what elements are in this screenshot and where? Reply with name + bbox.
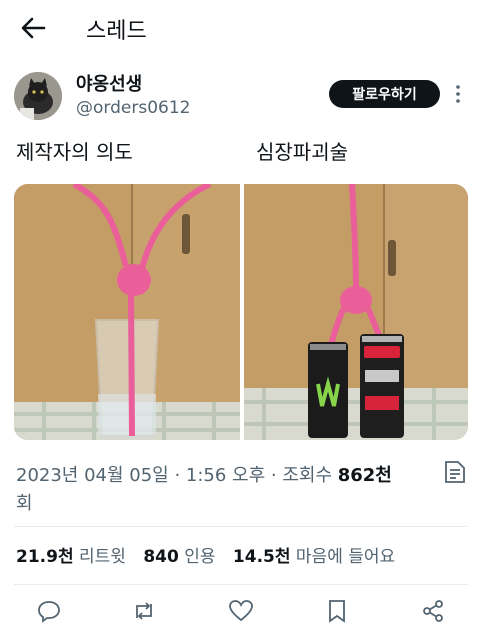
retweets-stat[interactable]: 21.9천 리트윗 (16, 547, 126, 567)
engagement-stats: 21.9천 리트윗 840 인용 14.5천 마음에 들어요 (16, 542, 407, 567)
views-count: 862천 (337, 465, 392, 486)
page-title: 스레드 (86, 19, 147, 44)
retweet-icon[interactable] (131, 598, 157, 624)
divider (14, 526, 468, 527)
likes-label: 마음에 들어요 (295, 547, 396, 567)
cat-avatar-icon (14, 72, 62, 120)
timestamp[interactable]: 2023년 04월 05일 · 1:56 오후 · 조회수 (16, 465, 338, 486)
share-icon[interactable] (420, 598, 446, 624)
quotes-stat[interactable]: 840 인용 (143, 547, 215, 567)
arrow-left-icon[interactable] (18, 14, 48, 42)
tweet-text-right: 심장파괴술 (256, 140, 348, 164)
follow-button[interactable]: 팔로우하기 (329, 80, 440, 108)
avatar[interactable] (14, 72, 62, 120)
retweets-count: 21.9천 (16, 547, 74, 567)
reply-icon[interactable] (36, 598, 62, 624)
likes-count: 14.5천 (232, 547, 291, 567)
likes-stat[interactable]: 14.5천 마음에 들어요 (233, 547, 395, 567)
views-suffix: 회 (16, 493, 33, 514)
retweets-label: 리트윗 (79, 547, 126, 567)
display-name[interactable]: 야옹선생 (76, 70, 142, 96)
divider (14, 584, 468, 585)
tweet-author: 야옹선생 @orders0612 팔로우하기 (14, 70, 474, 126)
photo-cans-straw[interactable] (244, 184, 468, 440)
photo-glass-straw[interactable] (14, 184, 240, 440)
tweet-text-left: 제작자의 의도 (16, 140, 133, 164)
more-options-icon[interactable] (450, 82, 466, 106)
tweet-meta: 2023년 04월 05일 · 1:56 오후 · 조회수 862천 회 (16, 462, 426, 518)
top-bar: 스레드 (0, 0, 482, 56)
bookmark-icon[interactable] (324, 598, 350, 624)
tweet-media[interactable] (14, 184, 468, 440)
analytics-icon[interactable] (440, 458, 468, 486)
action-bar (0, 594, 482, 628)
like-icon[interactable] (228, 598, 254, 624)
user-handle[interactable]: @orders0612 (76, 98, 190, 118)
quotes-count: 840 (143, 547, 179, 567)
quotes-label: 인용 (184, 547, 216, 567)
